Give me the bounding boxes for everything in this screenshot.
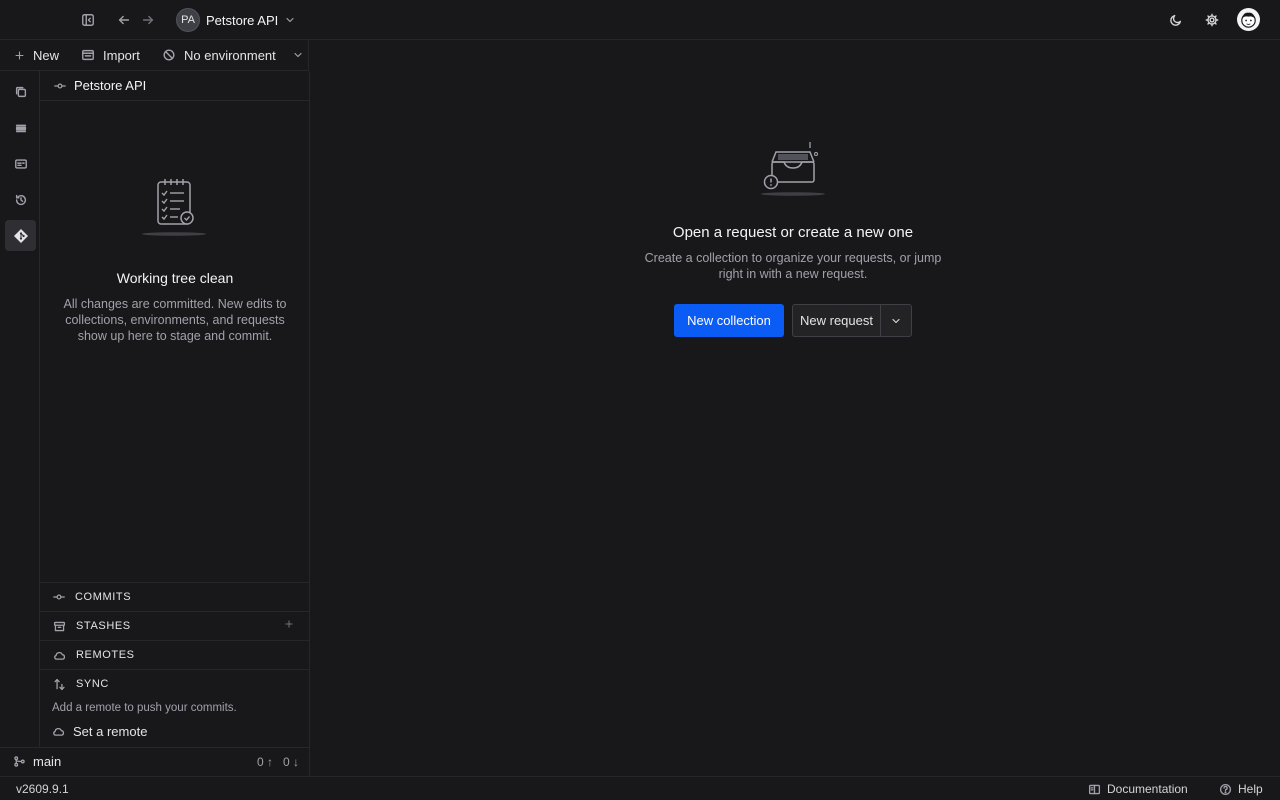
activity-requests[interactable] — [5, 148, 36, 179]
branch-bar: main 0 ↑ 0 ↓ — [0, 747, 310, 776]
new-button[interactable]: New — [14, 46, 59, 64]
working-tree-title: Working tree clean — [116, 270, 234, 286]
activity-history[interactable] — [5, 184, 36, 215]
workspace-avatar: PA — [176, 8, 200, 32]
history-icon — [15, 194, 26, 205]
section-commits[interactable]: COMMITS — [40, 582, 310, 611]
no-entry-icon — [163, 49, 175, 61]
new-button-label: New — [33, 47, 60, 63]
status-bar: v2609.9.1 Documentation Help — [0, 776, 1280, 800]
git-icon — [13, 228, 28, 243]
main-empty-state: Open a request or create a new one Creat… — [620, 140, 966, 282]
copy-icon — [15, 86, 26, 97]
sidebar-toolbar: New Import No environment — [0, 40, 309, 71]
section-stashes[interactable]: STASHES — [40, 611, 310, 640]
back-arrow-icon[interactable] — [114, 10, 134, 30]
toggle-sidebar-icon[interactable] — [78, 10, 98, 30]
empty-state-title: Open a request or create a new one — [672, 224, 914, 241]
section-sync[interactable]: SYNC — [40, 669, 310, 698]
gear-icon[interactable] — [1202, 10, 1222, 30]
help-label: Help — [1238, 782, 1263, 796]
import-button[interactable]: Import — [81, 46, 140, 64]
git-sidebar: Petstore API Working tree clean All chan… — [40, 71, 310, 747]
commit-icon — [53, 594, 65, 600]
documentation-label: Documentation — [1107, 782, 1188, 796]
working-tree-empty-state: Working tree clean All changes are commi… — [40, 176, 310, 344]
ahead-count: 0 ↑ — [256, 755, 273, 769]
environment-label: No environment — [184, 47, 276, 63]
inbox-alert-icon — [761, 142, 825, 196]
activity-git[interactable] — [5, 220, 36, 251]
app-version: v2609.9.1 — [16, 782, 69, 796]
cloud-icon — [53, 727, 65, 736]
import-icon — [82, 49, 94, 61]
forward-arrow-icon[interactable] — [138, 10, 158, 30]
workspace-switcher[interactable]: PA Petstore API — [176, 8, 296, 32]
section-remotes[interactable]: REMOTES — [40, 640, 310, 669]
add-stash-button[interactable] — [284, 619, 294, 629]
user-avatar-icon — [1241, 12, 1256, 28]
sync-arrows-icon — [54, 678, 65, 690]
new-request-split-button: New request — [792, 304, 912, 337]
moon-icon[interactable] — [1166, 10, 1186, 30]
layers-icon — [15, 124, 26, 132]
book-icon — [1088, 784, 1101, 794]
import-button-label: Import — [103, 47, 140, 63]
branch-name: main — [33, 754, 62, 769]
section-sync-label: SYNC — [76, 678, 109, 690]
card-icon — [14, 158, 27, 169]
sync-note: Add a remote to push your commits. — [52, 702, 237, 714]
sidebar-header: Petstore API — [40, 71, 309, 101]
new-request-button[interactable]: New request — [793, 305, 881, 336]
chevron-down-icon — [294, 52, 302, 58]
activity-collections[interactable] — [5, 76, 36, 107]
activity-bar — [0, 71, 40, 747]
new-collection-button[interactable]: New collection — [674, 304, 784, 337]
section-stashes-label: STASHES — [76, 620, 131, 632]
top-bar: PA Petstore API — [0, 0, 1280, 40]
environment-select[interactable]: No environment — [162, 46, 304, 64]
help-link[interactable]: Help — [1219, 782, 1263, 796]
sidebar-title: Petstore API — [74, 78, 147, 93]
commit-icon — [54, 83, 66, 88]
set-remote-button[interactable]: Set a remote — [52, 722, 147, 740]
plus-icon — [285, 620, 293, 628]
sync-counts: 0 ↑ 0 ↓ — [257, 755, 299, 769]
activity-environments[interactable] — [5, 112, 36, 143]
git-branch-icon — [14, 756, 25, 767]
set-remote-label: Set a remote — [73, 723, 148, 739]
documentation-link[interactable]: Documentation — [1088, 782, 1188, 796]
chevron-down-icon — [286, 17, 294, 23]
section-commits-label: COMMITS — [75, 591, 132, 603]
behind-count: 0 ↓ — [282, 755, 299, 769]
clipboard-checklist-icon — [142, 179, 206, 236]
new-request-dropdown[interactable] — [881, 305, 911, 336]
archive-icon — [53, 621, 66, 631]
help-circle-icon — [1219, 783, 1232, 795]
workspace-name: Petstore API — [206, 12, 279, 28]
plus-icon — [15, 51, 24, 59]
chevron-down-icon — [892, 318, 900, 323]
empty-state-description: Create a collection to organize your req… — [644, 251, 942, 281]
cloud-icon — [54, 651, 66, 660]
branch-switcher[interactable]: main — [13, 754, 61, 769]
section-remotes-label: REMOTES — [76, 649, 135, 661]
user-avatar[interactable] — [1237, 8, 1260, 31]
working-tree-description: All changes are committed. New edits to … — [63, 297, 287, 343]
